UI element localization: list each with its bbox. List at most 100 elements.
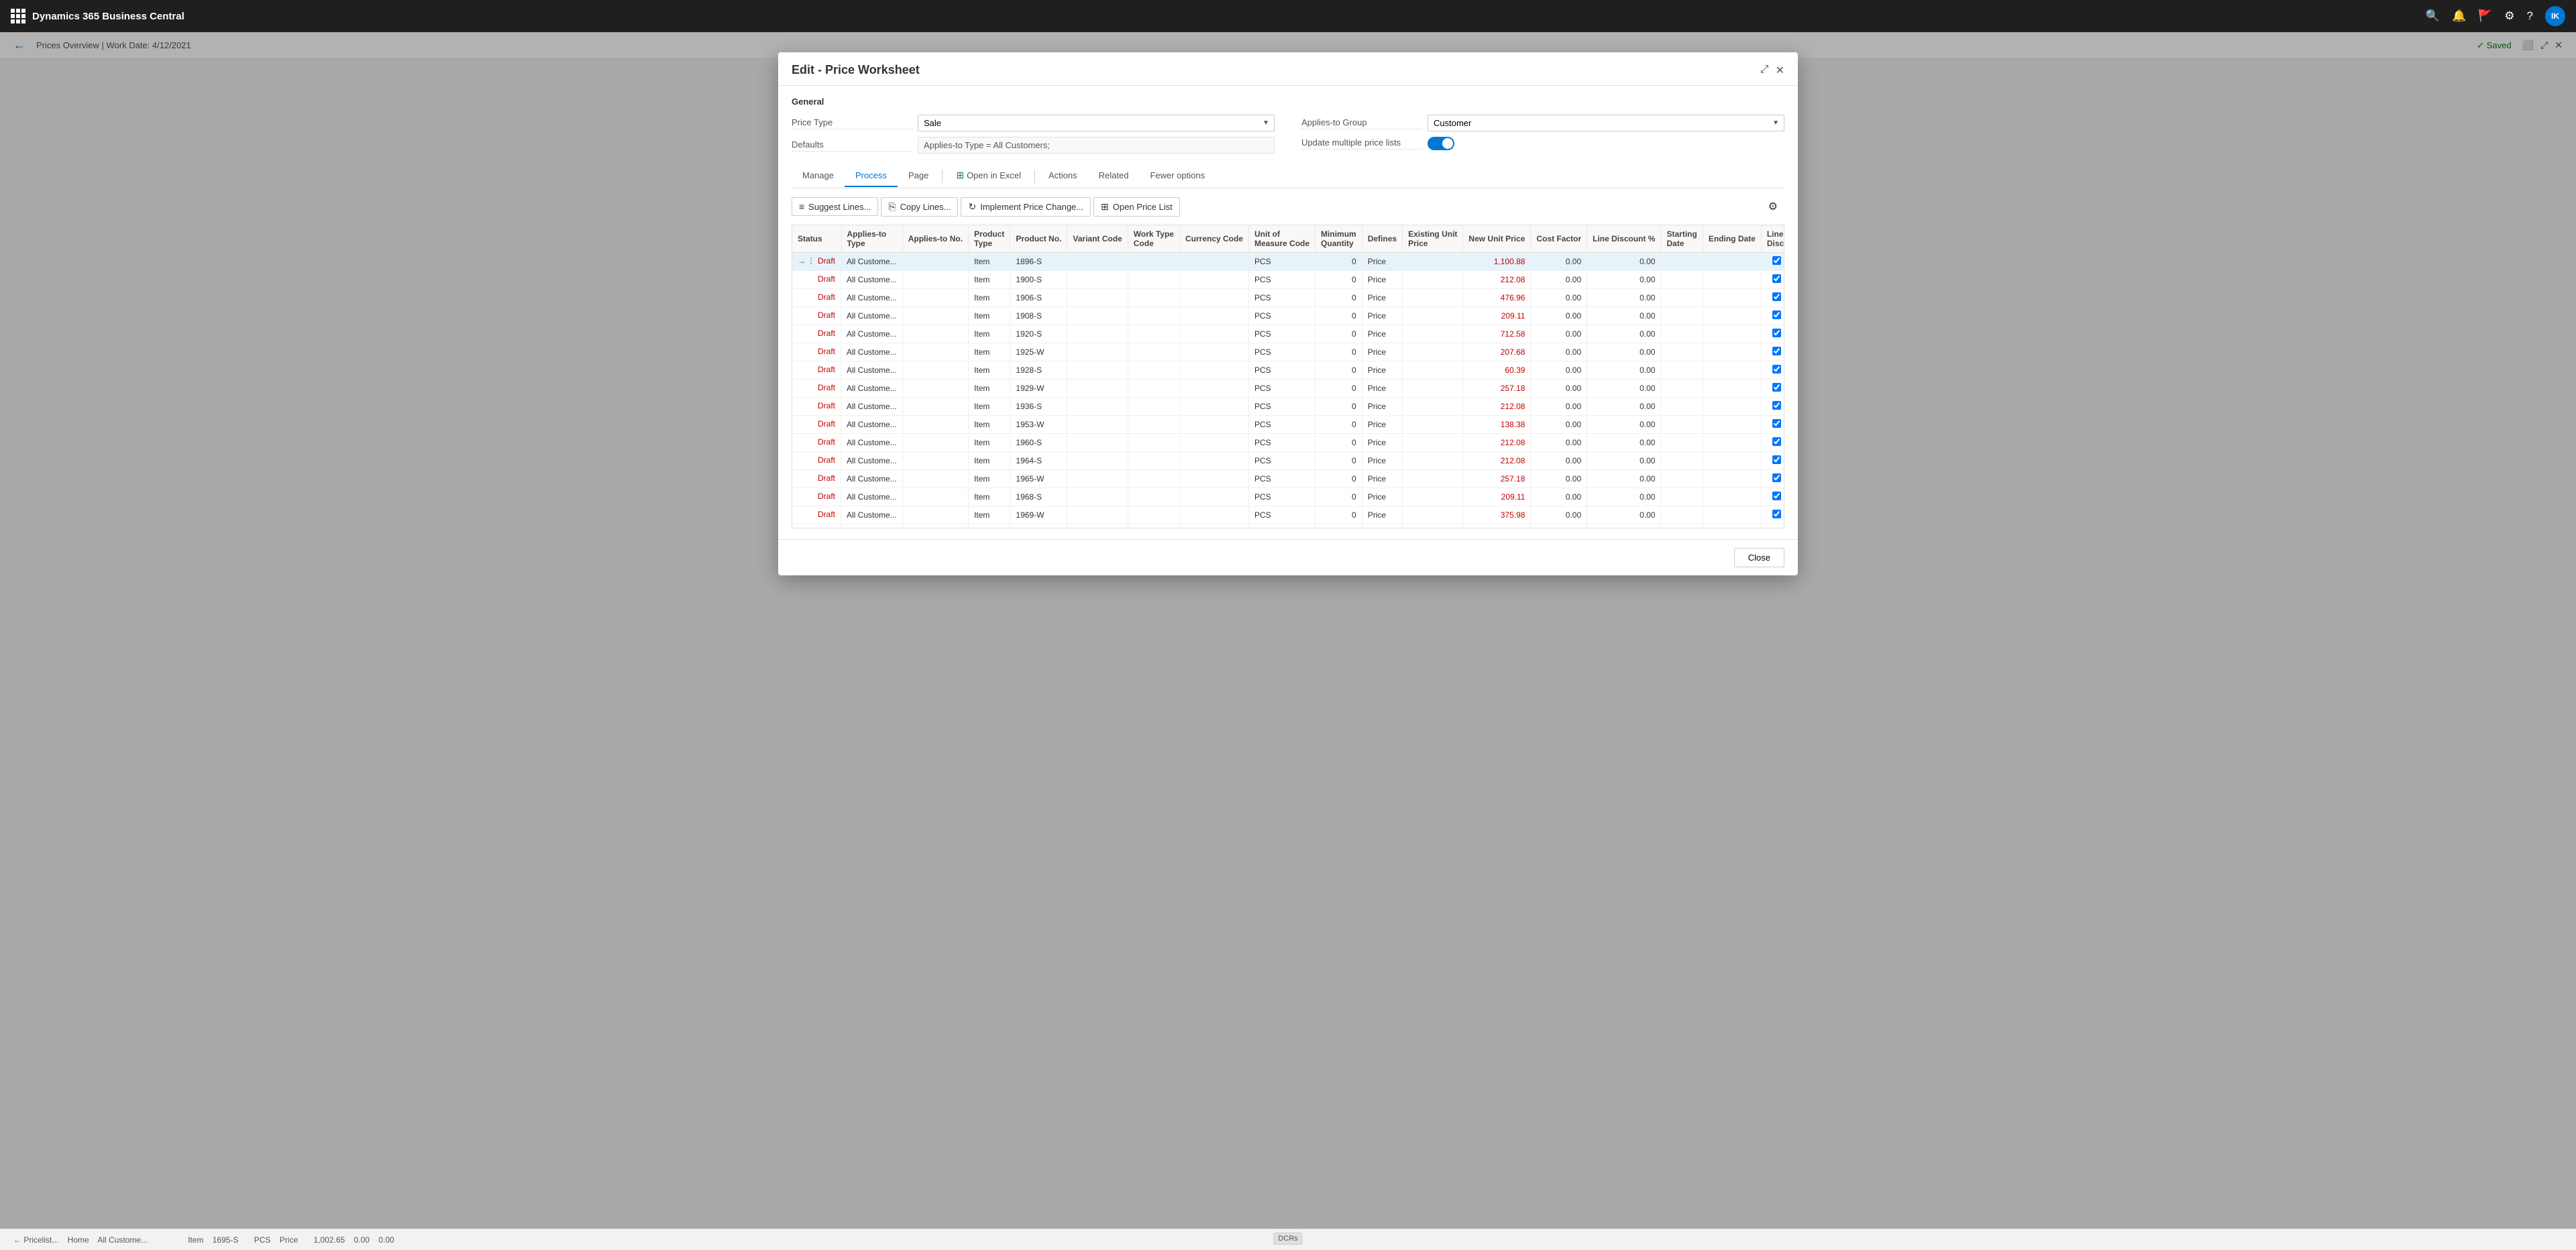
table-row[interactable]: Draft All Custome... Item 1920-S PCS 0 P… — [792, 325, 1784, 343]
line-disc-checkbox[interactable] — [1772, 473, 1781, 482]
cell-defines: Price — [1362, 271, 1402, 289]
update-price-lists-row: Update multiple price lists — [1301, 137, 1784, 150]
copy-lines-button[interactable]: ⎘ Copy Lines... — [881, 197, 958, 217]
suggest-lines-button[interactable]: ≡ Suggest Lines... — [792, 197, 878, 216]
cell-applies-to-no — [902, 452, 968, 470]
cell-line-disc-checkbox[interactable] — [1761, 488, 1784, 506]
line-disc-checkbox[interactable] — [1772, 329, 1781, 337]
search-icon[interactable]: 🔍 — [2426, 9, 2440, 23]
close-button[interactable]: Close — [1734, 548, 1784, 567]
modal-expand-icon[interactable]: ⤢ — [1760, 64, 1769, 77]
cell-min-qty: 0 — [1316, 253, 1362, 271]
cell-line-discount: 0.00 — [1587, 343, 1661, 361]
cell-line-discount: 0.00 — [1587, 398, 1661, 416]
tab-actions[interactable]: Actions — [1038, 165, 1088, 187]
cell-product-no: 1920-S — [1010, 325, 1067, 343]
table-row[interactable]: Draft All Custome... Item 1965-W PCS 0 P… — [792, 470, 1784, 488]
table-row[interactable]: Draft All Custome... Item 1908-S PCS 0 P… — [792, 307, 1784, 325]
table-row[interactable]: → ⋮ Draft All Custome... Item 1896-S PCS… — [792, 253, 1784, 271]
table-row[interactable]: Draft All Custome... Item 1953-W PCS 0 P… — [792, 416, 1784, 434]
cell-line-disc-checkbox[interactable] — [1761, 416, 1784, 434]
grid-icon[interactable] — [11, 9, 25, 23]
modal-footer: Close — [778, 539, 1798, 575]
cell-defines: Price — [1362, 488, 1402, 506]
row-context-menu[interactable]: ⋮ — [807, 256, 816, 266]
table-row[interactable]: Draft All Custome... Item 1968-S PCS 0 P… — [792, 488, 1784, 506]
notification-icon[interactable]: 🔔 — [2452, 9, 2466, 23]
cell-line-disc-checkbox[interactable] — [1761, 253, 1784, 271]
cell-work-type-code — [1128, 253, 1179, 271]
table-row[interactable]: Draft All Custome... Item 1900-S PCS 0 P… — [792, 271, 1784, 289]
tab-manage[interactable]: Manage — [792, 165, 845, 187]
cell-line-disc-checkbox[interactable] — [1761, 398, 1784, 416]
line-disc-checkbox[interactable] — [1772, 455, 1781, 464]
avatar[interactable]: IK — [2545, 6, 2565, 26]
line-disc-checkbox[interactable] — [1772, 347, 1781, 355]
line-disc-checkbox[interactable] — [1772, 419, 1781, 428]
cell-existing-unit-price — [1403, 434, 1463, 452]
line-disc-checkbox[interactable] — [1772, 292, 1781, 301]
filter-settings-button[interactable]: ⚙ — [1762, 196, 1784, 217]
col-cost-factor: Cost Factor — [1531, 225, 1587, 253]
applies-to-group-select[interactable]: Customer — [1428, 115, 1784, 131]
table-row[interactable]: Draft All Custome... Item 1960-S PCS 0 P… — [792, 434, 1784, 452]
line-disc-checkbox[interactable] — [1772, 383, 1781, 392]
flag-icon[interactable]: 🚩 — [2478, 9, 2492, 23]
table-row[interactable]: Draft All Custome... Item 1929-W PCS 0 P… — [792, 380, 1784, 398]
help-icon[interactable]: ? — [2527, 9, 2533, 23]
tab-related[interactable]: Related — [1088, 165, 1140, 187]
general-section-label: General — [792, 97, 1784, 107]
cell-line-disc-checkbox[interactable] — [1761, 524, 1784, 529]
table-row[interactable]: Draft All Custome... Item 1969-W PCS 0 P… — [792, 506, 1784, 524]
cell-ending-date — [1703, 380, 1761, 398]
cell-currency-code — [1179, 434, 1248, 452]
open-price-list-icon: ⊞ — [1101, 201, 1109, 213]
cell-new-unit-price: 212.08 — [1463, 452, 1531, 470]
table-row[interactable]: Draft All Custome... Item 1906-S PCS 0 P… — [792, 289, 1784, 307]
line-disc-checkbox[interactable] — [1772, 365, 1781, 374]
tab-open-in-excel[interactable]: ⊞ Open in Excel — [945, 164, 1032, 188]
cell-variant-code — [1067, 253, 1128, 271]
cell-line-disc-checkbox[interactable] — [1761, 361, 1784, 380]
line-disc-checkbox[interactable] — [1772, 401, 1781, 410]
line-disc-checkbox[interactable] — [1772, 274, 1781, 283]
table-row[interactable]: Draft All Custome... Item 1928-S PCS 0 P… — [792, 361, 1784, 380]
open-price-list-button[interactable]: ⊞ Open Price List — [1093, 197, 1180, 217]
table-row[interactable]: Draft All Custome... Item 1936-S PCS 0 P… — [792, 398, 1784, 416]
line-disc-checkbox[interactable] — [1772, 256, 1781, 265]
table-row[interactable]: Draft All Custome... Item 1964-S PCS 0 P… — [792, 452, 1784, 470]
modal-close-icon[interactable]: ✕ — [1776, 64, 1784, 77]
update-price-lists-toggle[interactable] — [1428, 137, 1454, 150]
line-disc-checkbox[interactable] — [1772, 492, 1781, 500]
settings-icon[interactable]: ⚙ — [2504, 9, 2514, 23]
table-row[interactable]: Draft All Custome... Item 1972-S PCS 0 P… — [792, 524, 1784, 529]
cell-line-disc-checkbox[interactable] — [1761, 289, 1784, 307]
cell-existing-unit-price — [1403, 325, 1463, 343]
cell-line-disc-checkbox[interactable] — [1761, 380, 1784, 398]
cell-currency-code — [1179, 361, 1248, 380]
line-disc-checkbox[interactable] — [1772, 310, 1781, 319]
cell-product-type: Item — [969, 289, 1010, 307]
tab-process[interactable]: Process — [845, 165, 898, 187]
cell-line-disc-checkbox[interactable] — [1761, 325, 1784, 343]
cell-line-disc-checkbox[interactable] — [1761, 271, 1784, 289]
cell-line-disc-checkbox[interactable] — [1761, 452, 1784, 470]
line-disc-checkbox[interactable] — [1772, 437, 1781, 446]
cell-line-disc-checkbox[interactable] — [1761, 470, 1784, 488]
cell-product-no: 1908-S — [1010, 307, 1067, 325]
implement-price-change-button[interactable]: ↻ Implement Price Change... — [961, 197, 1091, 217]
cell-ending-date — [1703, 434, 1761, 452]
col-existing-unit-price: Existing UnitPrice — [1403, 225, 1463, 253]
cell-line-disc-checkbox[interactable] — [1761, 506, 1784, 524]
tab-fewer-options[interactable]: Fewer options — [1139, 165, 1216, 187]
cell-line-disc-checkbox[interactable] — [1761, 307, 1784, 325]
line-disc-checkbox[interactable] — [1772, 510, 1781, 518]
table-row[interactable]: Draft All Custome... Item 1925-W PCS 0 P… — [792, 343, 1784, 361]
cell-applies-to-no — [902, 524, 968, 529]
cell-line-disc-checkbox[interactable] — [1761, 343, 1784, 361]
cell-line-disc-checkbox[interactable] — [1761, 434, 1784, 452]
cell-currency-code — [1179, 380, 1248, 398]
tab-page[interactable]: Page — [898, 165, 939, 187]
cell-applies-to-type: All Custome... — [841, 361, 902, 380]
price-type-select[interactable]: Sale — [918, 115, 1275, 131]
